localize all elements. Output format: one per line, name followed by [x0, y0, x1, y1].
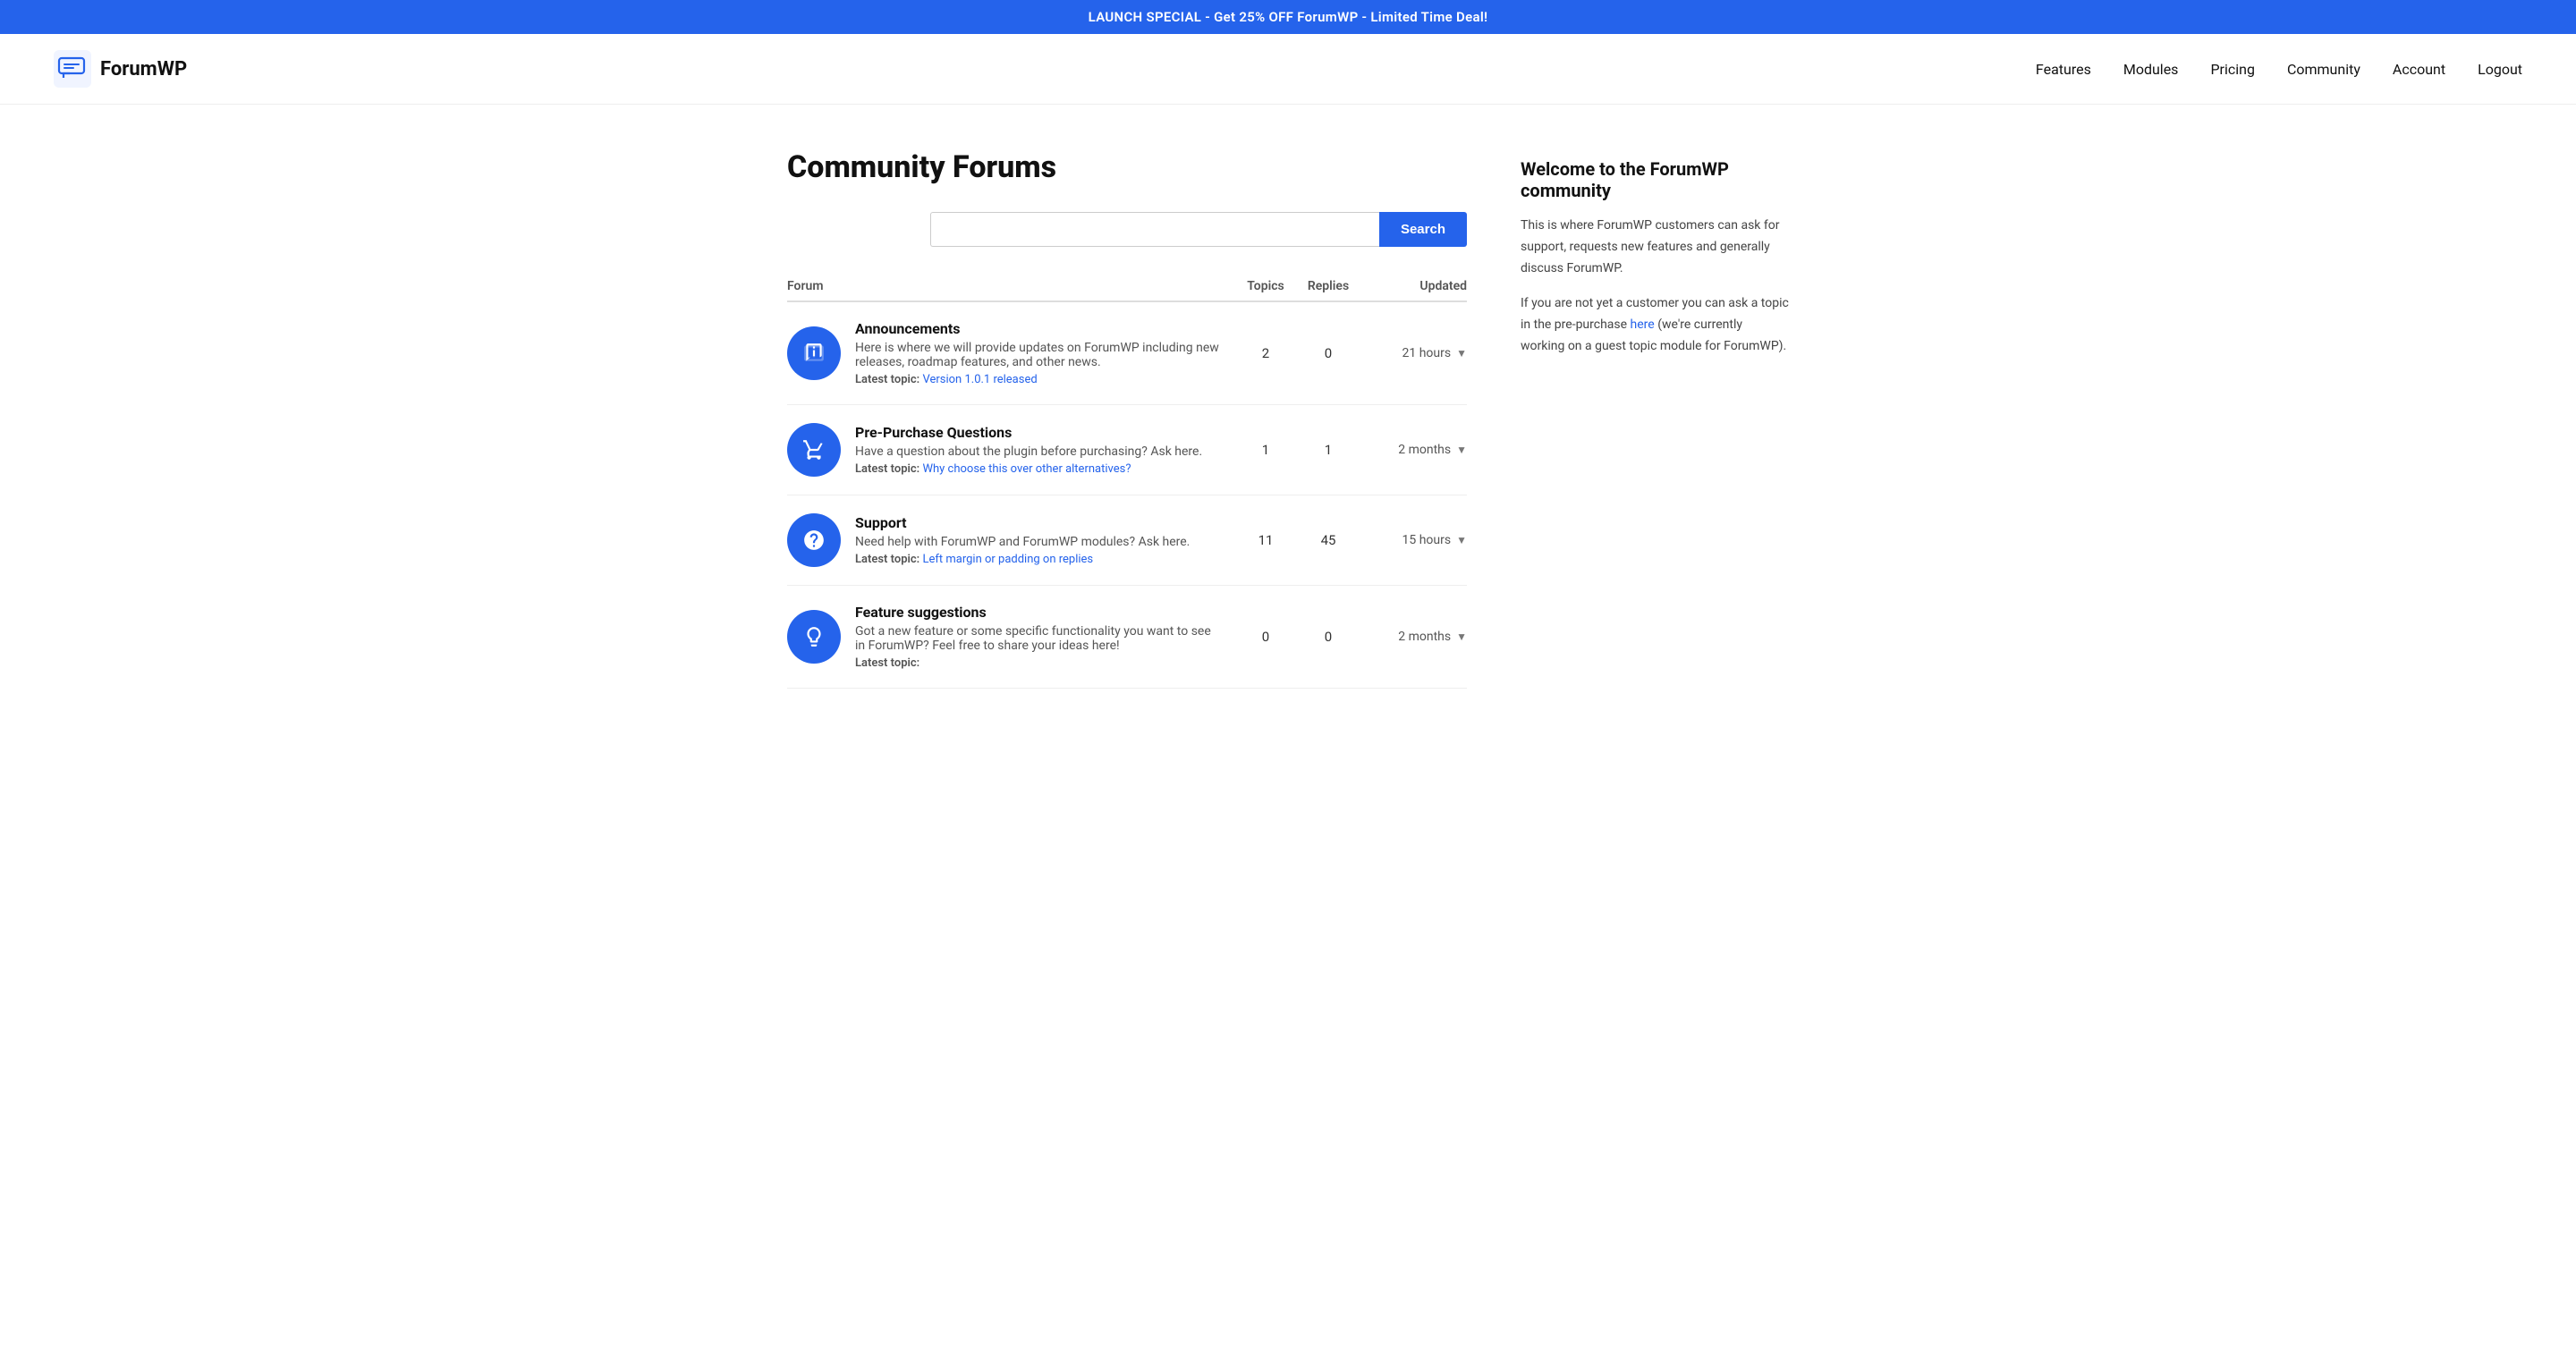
search-button[interactable]: Search: [1379, 212, 1467, 247]
nav-community[interactable]: Community: [2287, 61, 2360, 78]
chevron-down-icon[interactable]: ▼: [1456, 630, 1467, 643]
nav-features[interactable]: Features: [2036, 61, 2091, 78]
forum-info-pre-purchase: Pre-Purchase Questions Have a question a…: [841, 424, 1234, 476]
sidebar: Welcome to the ForumWP community This is…: [1521, 149, 1789, 689]
forum-replies-count: 0: [1297, 345, 1360, 361]
forum-list: Announcements Here is where we will prov…: [787, 302, 1467, 689]
forum-replies-count: 0: [1297, 629, 1360, 645]
forum-description: Have a question about the plugin before …: [855, 444, 1220, 459]
main-content: Community Forums Search Forum Topics Rep…: [751, 105, 1825, 742]
latest-topic-link[interactable]: Left margin or padding on replies: [922, 553, 1093, 566]
forum-row: Feature suggestions Got a new feature or…: [787, 586, 1467, 689]
forum-row: Announcements Here is where we will prov…: [787, 302, 1467, 405]
forum-stats: 1 1: [1234, 442, 1360, 458]
logo-icon: [54, 50, 91, 88]
nav-modules[interactable]: Modules: [2123, 61, 2179, 78]
forum-updated-time: 2 months: [1398, 443, 1451, 457]
forum-table-header: Forum Topics Replies Updated: [787, 279, 1467, 302]
forum-updated: 21 hours ▼: [1360, 346, 1467, 360]
forum-replies-count: 1: [1297, 442, 1360, 458]
forum-replies-count: 45: [1297, 532, 1360, 548]
forum-stats: 11 45: [1234, 532, 1360, 548]
forum-updated-time: 2 months: [1398, 630, 1451, 644]
latest-topic-link[interactable]: Version 1.0.1 released: [922, 373, 1037, 386]
forum-row: Support Need help with ForumWP and Forum…: [787, 495, 1467, 586]
forum-updated-time: 15 hours: [1402, 533, 1452, 547]
forum-icon-support: [787, 513, 841, 567]
forum-topics-count: 1: [1234, 442, 1297, 458]
forum-topics-count: 0: [1234, 629, 1297, 645]
forum-name: Pre-Purchase Questions: [855, 424, 1220, 441]
forum-stats: 2 0: [1234, 345, 1360, 361]
main-nav: Features Modules Pricing Community Accou…: [2036, 61, 2522, 78]
nav-logout[interactable]: Logout: [2478, 61, 2522, 78]
forum-topics-count: 2: [1234, 345, 1297, 361]
site-header: ForumWP Features Modules Pricing Communi…: [0, 34, 2576, 105]
forum-name: Announcements: [855, 320, 1220, 337]
forum-info-feature-suggestions: Feature suggestions Got a new feature or…: [841, 604, 1234, 670]
th-forum: Forum: [787, 279, 1234, 293]
th-replies: Replies: [1297, 279, 1360, 293]
forum-description: Need help with ForumWP and ForumWP modul…: [855, 535, 1220, 549]
forum-updated: 15 hours ▼: [1360, 533, 1467, 547]
chevron-down-icon[interactable]: ▼: [1456, 444, 1467, 456]
forum-latest-topic: Latest topic: Version 1.0.1 released: [855, 373, 1220, 386]
forum-latest-topic: Latest topic: Why choose this over other…: [855, 462, 1220, 476]
sidebar-here-link[interactable]: here: [1631, 317, 1655, 332]
forum-row: Pre-Purchase Questions Have a question a…: [787, 405, 1467, 495]
forum-description: Here is where we will provide updates on…: [855, 341, 1220, 369]
search-bar: Search: [930, 212, 1467, 247]
forum-updated-time: 21 hours: [1402, 346, 1452, 360]
forum-updated: 2 months ▼: [1360, 630, 1467, 644]
forum-latest-topic: Latest topic: Left margin or padding on …: [855, 553, 1220, 566]
latest-topic-link[interactable]: Why choose this over other alternatives?: [922, 462, 1131, 476]
th-updated: Updated: [1360, 279, 1467, 293]
nav-account[interactable]: Account: [2393, 61, 2445, 78]
forum-info-announcements: Announcements Here is where we will prov…: [841, 320, 1234, 386]
logo-text: ForumWP: [100, 58, 187, 80]
chevron-down-icon[interactable]: ▼: [1456, 347, 1467, 360]
forum-topics-count: 11: [1234, 532, 1297, 548]
sidebar-para2: If you are not yet a customer you can as…: [1521, 293, 1789, 357]
sidebar-para1: This is where ForumWP customers can ask …: [1521, 216, 1789, 279]
forum-icon-announcements: [787, 326, 841, 380]
chevron-down-icon[interactable]: ▼: [1456, 534, 1467, 546]
logo-link[interactable]: ForumWP: [54, 50, 187, 88]
search-input[interactable]: [930, 212, 1379, 247]
forum-info-support: Support Need help with ForumWP and Forum…: [841, 514, 1234, 566]
forum-description: Got a new feature or some specific funct…: [855, 624, 1220, 653]
forum-updated: 2 months ▼: [1360, 443, 1467, 457]
th-topics: Topics: [1234, 279, 1297, 293]
promo-banner: LAUNCH SPECIAL - Get 25% OFF ForumWP - L…: [0, 0, 2576, 34]
forum-latest-topic: Latest topic:: [855, 656, 1220, 670]
page-title: Community Forums: [787, 149, 1467, 185]
forum-name: Feature suggestions: [855, 604, 1220, 621]
forums-content: Community Forums Search Forum Topics Rep…: [787, 149, 1467, 689]
sidebar-title: Welcome to the ForumWP community: [1521, 158, 1789, 201]
forum-icon-pre-purchase: [787, 423, 841, 477]
th-stats: Topics Replies: [1234, 279, 1360, 293]
forum-icon-feature-suggestions: [787, 610, 841, 664]
forum-name: Support: [855, 514, 1220, 531]
nav-pricing[interactable]: Pricing: [2210, 61, 2255, 78]
forum-stats: 0 0: [1234, 629, 1360, 645]
